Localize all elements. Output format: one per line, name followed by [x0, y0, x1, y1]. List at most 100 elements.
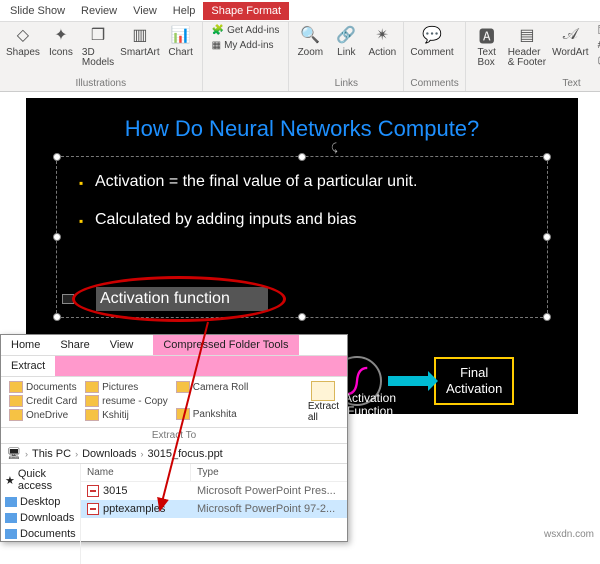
group-illustrations: ◇Shapes ✦Icons ❒3D Models ▥SmartArt 📊Cha…	[0, 22, 203, 91]
resize-handle[interactable]	[53, 233, 61, 241]
group-text: 🅰Text Box ▤Header & Footer 𝒜WordArt 🗓Dat…	[466, 22, 600, 91]
bullet-item[interactable]: Calculated by adding inputs and bias	[79, 209, 529, 231]
shapes-icon: ◇	[12, 24, 34, 46]
star-icon: ★	[5, 474, 15, 487]
zoom-icon: 🔍	[299, 24, 321, 46]
smartart-icon: ▥	[129, 24, 151, 46]
slidenumber-button[interactable]: #Slide Number	[595, 39, 600, 52]
ribbon: ◇Shapes ✦Icons ❒3D Models ▥SmartArt 📊Cha…	[0, 22, 600, 92]
explorer-tab-tools[interactable]: Compressed Folder Tools	[153, 335, 298, 355]
link-icon: 🔗	[335, 24, 357, 46]
file-row[interactable]: pptexamples Microsoft PowerPoint 97-2...	[81, 500, 347, 518]
arrow-icon	[388, 376, 428, 386]
zoom-button[interactable]: 🔍Zoom	[295, 24, 325, 58]
resize-handle[interactable]	[298, 313, 306, 321]
resize-handle[interactable]	[543, 313, 551, 321]
extract-icon	[311, 381, 335, 401]
resize-handle[interactable]	[53, 313, 61, 321]
cube-icon: ❒	[87, 24, 109, 46]
folder-icon	[9, 409, 23, 421]
action-button[interactable]: ✴Action	[367, 24, 397, 58]
resize-handle[interactable]	[53, 153, 61, 161]
nav-quick-access[interactable]: ★Quick access	[5, 468, 76, 492]
group-label-links: Links	[295, 78, 397, 91]
folder-icon	[85, 409, 99, 421]
selected-text[interactable]: Activation function	[96, 287, 268, 311]
breadcrumb-seg[interactable]: Downloads	[82, 448, 136, 460]
final-activation-box: Final Activation	[434, 357, 514, 404]
desktop-icon	[5, 497, 17, 507]
dest-camroll[interactable]: Camera Roll	[176, 381, 249, 393]
ppt-icon	[87, 485, 99, 497]
folder-icon	[176, 381, 190, 393]
nav-documents[interactable]: Documents	[5, 528, 76, 540]
3dmodels-button[interactable]: ❒3D Models	[82, 24, 114, 68]
folder-icon	[176, 408, 190, 420]
explorer-nav: ★Quick access Desktop Downloads Document…	[1, 464, 81, 564]
doc-icon	[5, 529, 17, 539]
explorer-tab-share[interactable]: Share	[50, 335, 99, 355]
my-addins-button[interactable]: ▦My Add-ins	[209, 39, 283, 52]
dest-documents[interactable]: Documents	[9, 381, 77, 393]
icons-icon: ✦	[50, 24, 72, 46]
comment-icon: 💬	[421, 24, 443, 46]
shapes-button[interactable]: ◇Shapes	[6, 24, 40, 58]
explorer-address-bar[interactable]: 🖥 › This PC › Downloads › 3015_focus.ppt	[1, 444, 347, 464]
tab-view[interactable]: View	[125, 2, 165, 20]
tab-help[interactable]: Help	[165, 2, 204, 20]
textbox-icon: 🅰	[476, 24, 498, 46]
get-addins-button[interactable]: 🧩Get Add-ins	[209, 24, 283, 37]
file-explorer-window[interactable]: Home Share View Compressed Folder Tools …	[0, 334, 348, 542]
wordart-button[interactable]: 𝒜WordArt	[552, 24, 589, 58]
nav-downloads[interactable]: Downloads	[5, 512, 76, 524]
folder-icon	[9, 381, 23, 393]
chart-icon: 📊	[170, 24, 192, 46]
dest-creditcard[interactable]: Credit Card	[9, 395, 77, 407]
group-links: 🔍Zoom 🔗Link ✴Action Links	[289, 22, 404, 91]
nav-desktop[interactable]: Desktop	[5, 496, 76, 508]
breadcrumb-seg[interactable]: This PC	[32, 448, 71, 460]
explorer-group-label: Extract To	[1, 428, 347, 444]
datetime-button[interactable]: 🗓Date & Time	[595, 24, 600, 37]
tab-slideshow[interactable]: Slide Show	[2, 2, 73, 20]
dest-pankshita[interactable]: Pankshita	[176, 408, 249, 420]
resize-handle[interactable]	[298, 153, 306, 161]
dest-pictures[interactable]: Pictures	[85, 381, 168, 393]
file-row[interactable]: 3015 Microsoft PowerPoint Pres...	[81, 482, 347, 500]
folder-icon	[85, 381, 99, 393]
dest-kshitij[interactable]: Kshitij	[85, 409, 168, 421]
col-type-header[interactable]: Type	[191, 464, 347, 481]
explorer-tab-extract[interactable]: Extract	[1, 356, 55, 376]
cursor-icon: ⤹	[331, 142, 338, 155]
extract-all-button[interactable]: Extract all	[308, 381, 339, 423]
col-name-header[interactable]: Name	[81, 464, 191, 481]
activation-label: Activation Function	[344, 392, 396, 418]
dest-resume[interactable]: resume - Copy	[85, 395, 168, 407]
smartart-button[interactable]: ▥SmartArt	[120, 24, 159, 58]
ribbon-tabs: Slide Show Review View Help Shape Format	[0, 0, 600, 22]
bullet-item[interactable]: Activation = the final value of a partic…	[79, 171, 529, 193]
group-label-comments: Comments	[410, 78, 458, 91]
explorer-tab-home[interactable]: Home	[1, 335, 50, 355]
tab-shape-format[interactable]: Shape Format	[203, 2, 289, 20]
explorer-tab-view[interactable]: View	[100, 335, 144, 355]
explorer-tabs: Home Share View Compressed Folder Tools	[1, 335, 347, 356]
resize-handle[interactable]	[543, 153, 551, 161]
group-addins: 🧩Get Add-ins ▦My Add-ins	[203, 22, 290, 91]
comment-button[interactable]: 💬Comment	[410, 24, 453, 58]
icons-button[interactable]: ✦Icons	[46, 24, 76, 58]
folder-icon	[85, 395, 99, 407]
link-button[interactable]: 🔗Link	[331, 24, 361, 58]
wordart-icon: 𝒜	[559, 24, 581, 46]
headerfooter-icon: ▤	[516, 24, 538, 46]
resize-handle[interactable]	[543, 233, 551, 241]
tab-review[interactable]: Review	[73, 2, 125, 20]
chart-button[interactable]: 📊Chart	[166, 24, 196, 58]
addin-icon: ▦	[212, 40, 221, 51]
breadcrumb-seg[interactable]: 3015_focus.ppt	[148, 448, 223, 460]
textbox-button[interactable]: 🅰Text Box	[472, 24, 502, 68]
object-button[interactable]: ▢Object	[595, 54, 600, 67]
dest-onedrive[interactable]: OneDrive	[9, 409, 77, 421]
action-icon: ✴	[371, 24, 393, 46]
headerfooter-button[interactable]: ▤Header & Footer	[508, 24, 546, 68]
